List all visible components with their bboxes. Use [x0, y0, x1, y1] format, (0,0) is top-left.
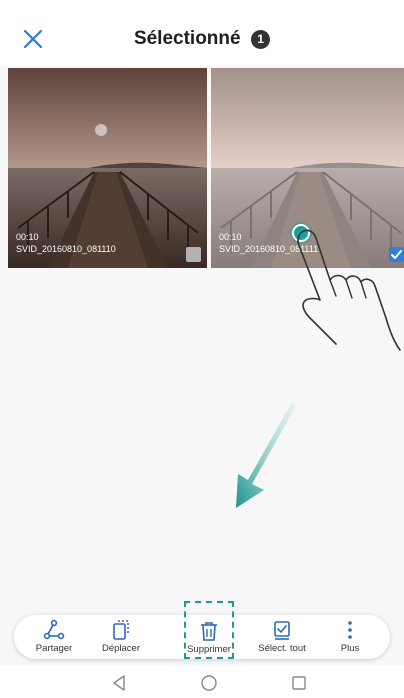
home-icon[interactable]: [200, 674, 218, 692]
move-label: Déplacer: [101, 643, 141, 654]
recent-apps-icon[interactable]: [290, 674, 308, 692]
header: Sélectionné 1: [0, 0, 404, 66]
title-wrap: Sélectionné 1: [0, 28, 404, 52]
action-toolbar: Partager Déplacer Supprimer Sélect. tout…: [14, 601, 390, 659]
video-thumbnail[interactable]: 00:10 SVID_20160810_081110: [8, 68, 207, 268]
screen: Sélectionné 1 00:10 SVID_20160810_081110…: [0, 0, 404, 698]
system-nav-bar: [0, 666, 404, 698]
select-all-label: Sélect. tout: [258, 643, 306, 654]
more-vertical-icon: [348, 621, 352, 639]
selected-count-badge: 1: [251, 29, 271, 49]
more-label: Plus: [340, 643, 360, 654]
delete-label: Supprimer: [187, 644, 231, 655]
video-duration: 00:10: [219, 232, 242, 242]
back-icon[interactable]: [110, 674, 128, 692]
select-checkbox[interactable]: [186, 247, 201, 262]
video-filename: SVID_20160810_081110: [16, 244, 116, 254]
down-left-arrow-icon: [236, 402, 296, 508]
video-duration: 00:10: [16, 232, 39, 242]
move-button[interactable]: Déplacer: [91, 615, 151, 659]
select-all-icon: [274, 621, 290, 640]
delete-button[interactable]: Supprimer: [184, 601, 234, 659]
share-label: Partager: [35, 643, 73, 654]
share-icon: [43, 619, 65, 640]
hand-pointer-icon: [297, 229, 401, 351]
more-button[interactable]: Plus: [320, 615, 380, 659]
page-title: Sélectionné: [133, 28, 241, 49]
select-all-button[interactable]: Sélect. tout: [250, 615, 314, 659]
share-button[interactable]: Partager: [24, 615, 84, 659]
move-icon: [113, 620, 129, 640]
trash-icon: [201, 622, 217, 641]
